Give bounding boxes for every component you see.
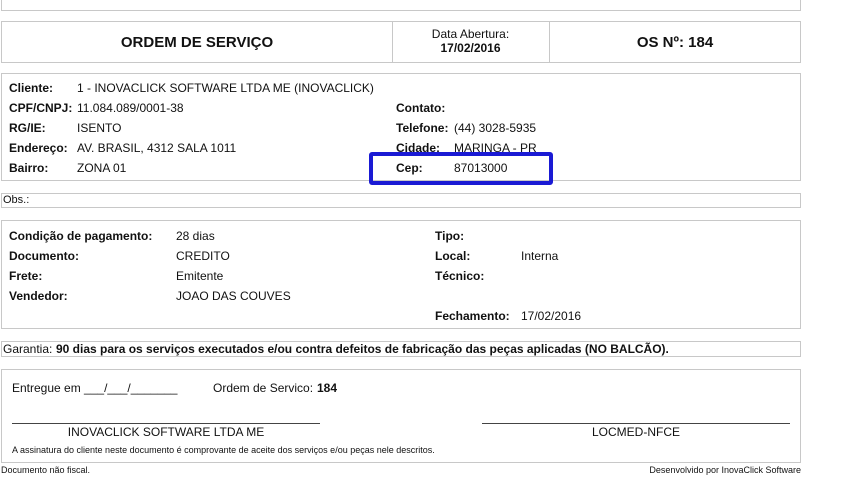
signer-right-name: LOCMED-NFCE xyxy=(591,425,680,439)
ordem-servico-label: Ordem de Servico: xyxy=(213,381,314,395)
signature-line-right xyxy=(482,423,790,424)
pagamento-box: Condição de pagamento: 28 dias Documento… xyxy=(1,220,801,329)
data-abertura-cell: Data Abertura: 17/02/2016 xyxy=(392,22,550,62)
documento-label: Documento: xyxy=(9,249,79,263)
bairro-value: ZONA 01 xyxy=(77,161,127,175)
cep-highlight-box xyxy=(369,152,553,185)
signature-line-left xyxy=(12,423,320,424)
fechamento-value: 17/02/2016 xyxy=(521,309,582,323)
os-label: OS Nº: xyxy=(636,33,684,51)
endereco-value: AV. BRASIL, 4312 SALA 1011 xyxy=(77,141,237,155)
obs-label: Obs.: xyxy=(3,194,30,206)
header-box: ORDEM DE SERVIÇO Data Abertura: 17/02/20… xyxy=(1,21,801,63)
vendedor-label: Vendedor: xyxy=(9,289,68,303)
obs-box: Obs.: xyxy=(1,193,801,208)
condicao-value: 28 dias xyxy=(176,229,215,243)
os-value: 184 xyxy=(688,33,714,51)
frete-value: Emitente xyxy=(176,269,224,283)
top-partial-box xyxy=(1,0,801,11)
garantia-text: 90 dias para os serviços executados e/ou… xyxy=(56,342,669,356)
entrega-box: Entregue em ___/___/_______ Ordem de Ser… xyxy=(1,369,801,463)
garantia-box: Garantia: 90 dias para os serviços execu… xyxy=(1,341,801,357)
garantia-label: Garantia: xyxy=(3,342,53,356)
frete-label: Frete: xyxy=(9,269,43,283)
rg-value: ISENTO xyxy=(77,121,122,135)
data-abertura-value: 17/02/2016 xyxy=(440,41,501,55)
local-label: Local: xyxy=(435,249,471,263)
data-abertura-label: Data Abertura: xyxy=(431,27,510,41)
fechamento-label: Fechamento: xyxy=(435,309,510,323)
cpf-value: 11.084.089/0001-38 xyxy=(77,101,184,115)
footer-left-text: Documento não fiscal. xyxy=(1,465,91,475)
rg-label: RG/IE: xyxy=(9,121,46,135)
page-title: ORDEM DE SERVIÇO xyxy=(120,33,274,51)
condicao-label: Condição de pagamento: xyxy=(9,229,153,243)
entregue-em-text: Entregue em ___/___/_______ xyxy=(12,381,178,395)
telefone-value: (44) 3028-5935 xyxy=(454,121,537,135)
tecnico-label: Técnico: xyxy=(435,269,485,283)
bairro-label: Bairro: xyxy=(9,161,49,175)
ordem-servico-value: 184 xyxy=(317,381,338,395)
cliente-label: Cliente: xyxy=(9,81,54,95)
contato-label: Contato: xyxy=(396,101,446,115)
os-number-cell: OS Nº: 184 xyxy=(550,22,800,62)
disclaimer-text: A assinatura do cliente neste documento … xyxy=(12,445,435,455)
cpf-label: CPF/CNPJ: xyxy=(9,101,73,115)
endereco-label: Endereço: xyxy=(9,141,68,155)
header-title-cell: ORDEM DE SERVIÇO xyxy=(2,22,393,62)
signer-left-name: INOVACLICK SOFTWARE LTDA ME xyxy=(67,425,265,439)
tipo-label: Tipo: xyxy=(435,229,465,243)
telefone-label: Telefone: xyxy=(396,121,449,135)
documento-value: CREDITO xyxy=(176,249,230,263)
vendedor-value: JOAO DAS COUVES xyxy=(176,289,291,303)
footer-right-text: Desenvolvido por InovaClick Software xyxy=(649,465,801,475)
cliente-value: 1 - INOVACLICK SOFTWARE LTDA ME (INOVACL… xyxy=(77,81,374,95)
local-value: Interna xyxy=(521,249,559,263)
